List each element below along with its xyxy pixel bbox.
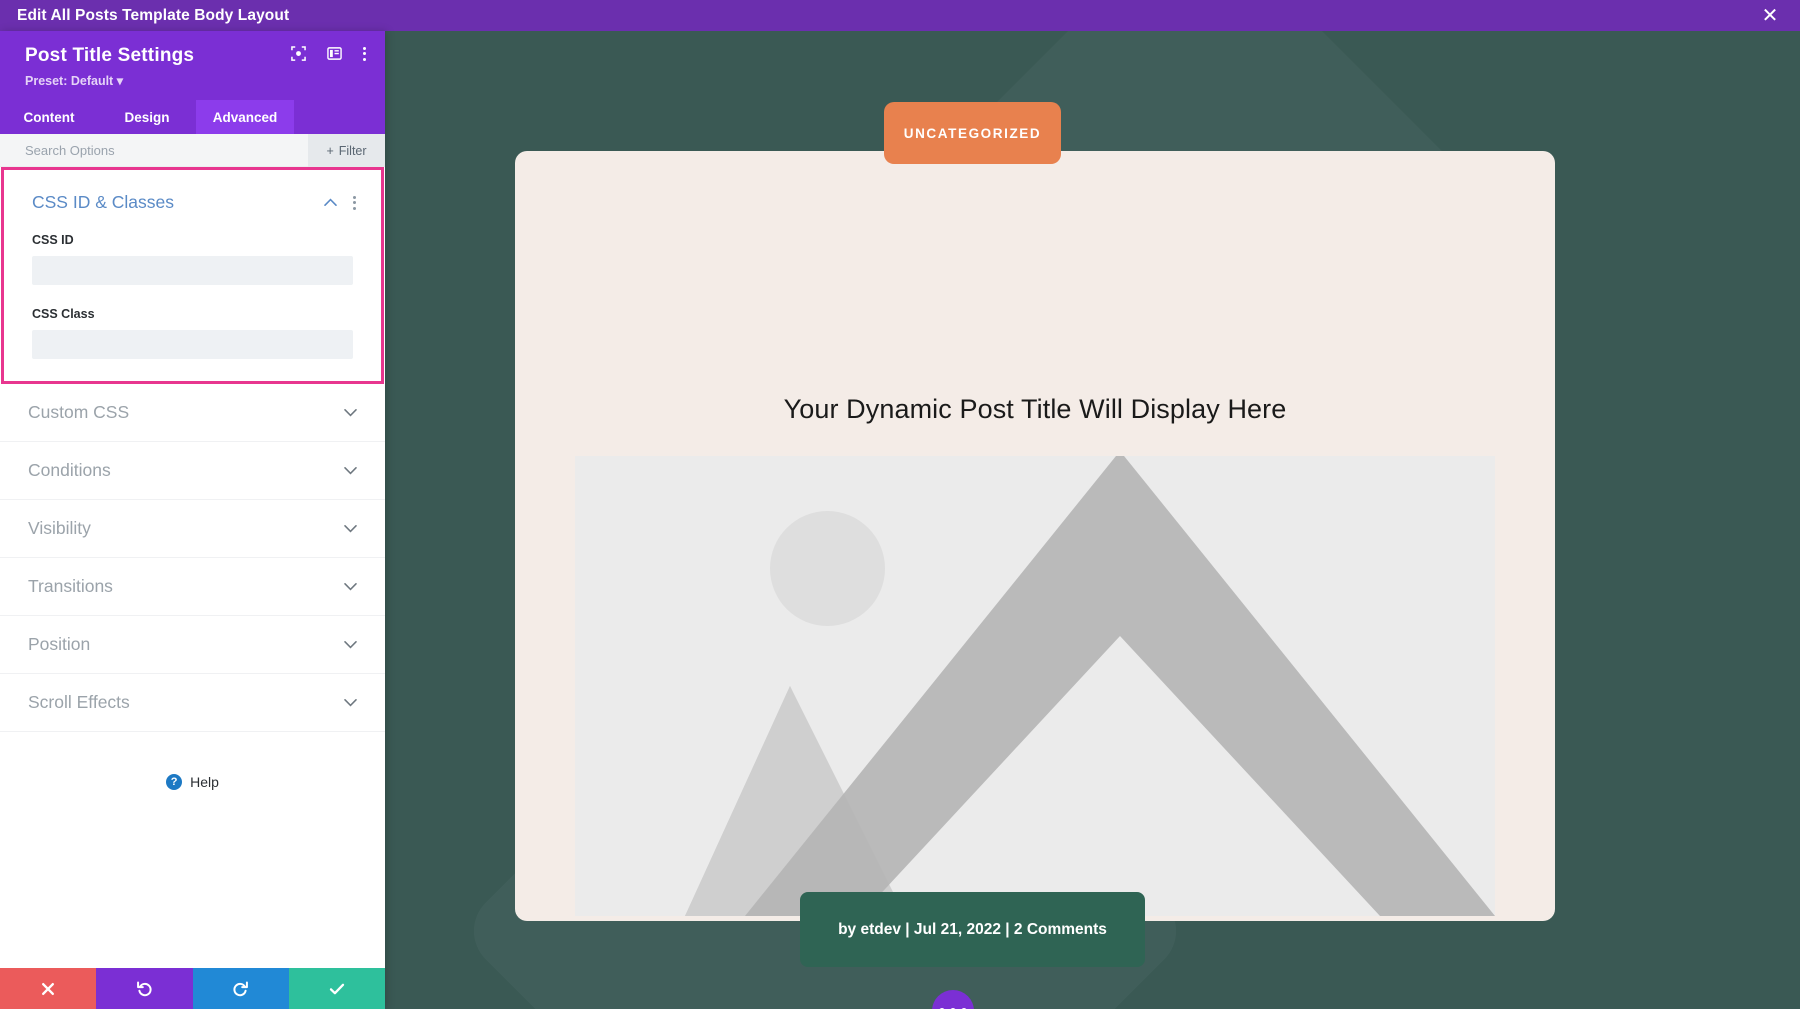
chevron-up-icon[interactable] [324,198,337,207]
section-label: Conditions [28,460,111,480]
category-badge[interactable]: UNCATEGORIZED [884,102,1061,164]
close-icon [42,982,55,995]
close-icon[interactable]: ✕ [1758,0,1782,31]
check-icon [329,983,345,994]
section-kebab-menu-icon[interactable] [353,195,356,210]
undo-button[interactable] [96,968,193,1009]
section-label: Position [28,634,91,654]
section-conditions[interactable]: Conditions [0,442,385,500]
section-header-css-id-and-classes[interactable]: CSS ID & Classes [4,170,381,223]
help-button[interactable]: ? Help [0,774,385,790]
chevron-down-icon[interactable] [344,698,357,707]
settings-tabs: Content Design Advanced [0,100,385,134]
settings-panel: Post Title Settings Preset: Default ▾ Co… [0,31,385,1009]
css-class-label: CSS Class [32,307,95,321]
top-bar: Edit All Posts Template Body Layout ✕ [0,0,1800,31]
chevron-down-icon[interactable] [344,466,357,475]
section-visibility[interactable]: Visibility [0,500,385,558]
tab-design[interactable]: Design [98,100,196,134]
post-meta-bar[interactable]: by etdev | Jul 21, 2022 | 2 Comments [800,892,1145,967]
chevron-down-icon[interactable] [344,408,357,417]
panel-action-bar [0,968,385,1009]
help-icon: ? [166,774,183,790]
section-scroll-effects[interactable]: Scroll Effects [0,674,385,732]
redo-button[interactable] [192,968,289,1009]
field-group-css-id: CSS ID [4,233,381,285]
post-card: Your Dynamic Post Title Will Display Her… [515,151,1555,921]
css-class-input[interactable] [32,330,353,359]
layout-panel-icon[interactable] [327,46,342,61]
section-label: Custom CSS [28,402,130,422]
panel-header-icons [291,46,366,61]
section-title: CSS ID & Classes [32,192,174,212]
plus-icon: + [326,143,334,158]
filter-button-label: Filter [338,143,367,158]
featured-image-placeholder[interactable] [575,456,1495,916]
settings-panel-body: CSS ID & Classes CSS ID CSS Class Custom… [0,167,385,968]
section-css-id-and-classes: CSS ID & Classes CSS ID CSS Class [1,167,384,384]
section-custom-css[interactable]: Custom CSS [0,384,385,442]
preset-selector[interactable]: Preset: Default ▾ [25,73,367,88]
discard-button[interactable] [0,968,97,1009]
section-label: Scroll Effects [28,692,130,712]
css-id-input[interactable] [32,256,353,285]
focus-icon[interactable] [291,46,306,61]
post-title[interactable]: Your Dynamic Post Title Will Display Her… [515,394,1555,425]
section-position[interactable]: Position [0,616,385,674]
css-id-label: CSS ID [32,233,74,247]
save-button[interactable] [288,968,385,1009]
chevron-down-icon[interactable] [344,582,357,591]
section-label: Visibility [28,518,91,538]
settings-panel-header: Post Title Settings Preset: Default ▾ [0,31,385,100]
chevron-down-icon[interactable] [344,524,357,533]
top-bar-title: Edit All Posts Template Body Layout [17,6,290,24]
section-label: Transitions [28,576,113,596]
section-transitions[interactable]: Transitions [0,558,385,616]
search-input[interactable] [0,133,260,167]
filter-button[interactable]: + Filter [308,134,385,167]
undo-icon [136,981,152,997]
redo-icon [233,981,249,997]
preview-canvas: Your Dynamic Post Title Will Display Her… [385,31,1800,1009]
placeholder-mountain-icon [685,456,1495,916]
tab-advanced[interactable]: Advanced [196,100,294,134]
search-row: + Filter [0,133,385,167]
chevron-down-icon[interactable] [344,640,357,649]
help-label: Help [190,774,219,790]
kebab-menu-icon[interactable] [363,46,366,61]
field-group-css-class: CSS Class [4,307,381,359]
tab-content[interactable]: Content [0,100,98,134]
